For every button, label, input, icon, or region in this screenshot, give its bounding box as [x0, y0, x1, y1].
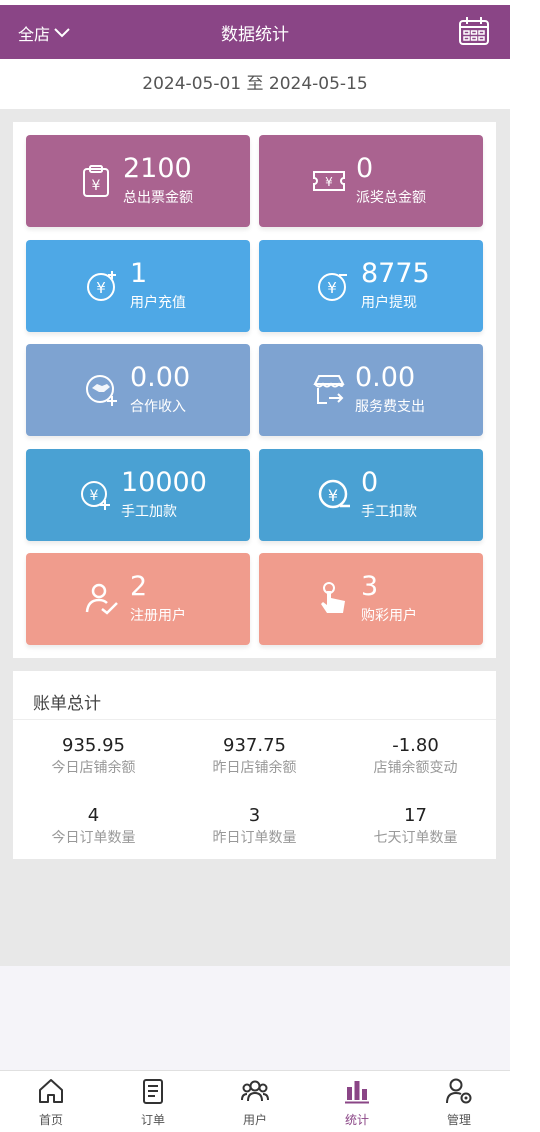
stat-value: 3 — [361, 571, 379, 602]
svg-text:¥: ¥ — [96, 279, 106, 297]
tab-label: 订单 — [140, 1113, 165, 1127]
users-icon — [241, 1080, 269, 1102]
recharge-icon: ¥ — [87, 271, 116, 301]
bill-item-today-balance: 935.95 今日店铺余额 — [13, 735, 174, 777]
stat-card-lottery-buyers[interactable]: 3 购彩用户 — [259, 553, 483, 645]
bill-value: 935.95 — [62, 735, 125, 756]
page-title: 数据统计 — [221, 25, 289, 45]
stat-value: 2 — [130, 571, 148, 602]
prize-ticket-icon: ¥ — [313, 171, 345, 191]
stat-value: 0.00 — [130, 362, 191, 393]
tab-label: 用户 — [242, 1113, 267, 1127]
stat-label: 注册用户 — [130, 608, 186, 624]
app-screen: 全店 数据统计 2024-05-01 至 2024-05-15 ¥ 2100 总… — [0, 0, 510, 1132]
tab-home[interactable]: 首页 — [0, 1071, 102, 1132]
stat-label: 用户提现 — [361, 295, 417, 311]
top-header: 全店 数据统计 — [0, 5, 510, 59]
svg-text:¥: ¥ — [327, 279, 337, 297]
tab-manage[interactable]: 管理 — [408, 1071, 510, 1132]
home-icon — [39, 1079, 63, 1103]
stat-value: 0.00 — [355, 362, 416, 393]
stats-panel: ¥ 2100 总出票金额 ¥ 0 派奖总金额 ¥ 1 用户充值 ¥ 8775 用… — [13, 122, 496, 658]
manual-deduct-icon: ¥ — [318, 479, 350, 509]
bill-value: 17 — [404, 805, 427, 826]
ticket-clipboard-icon: ¥ — [83, 165, 109, 197]
bill-label: 今日订单数量 — [51, 830, 136, 846]
stat-label: 合作收入 — [130, 399, 186, 415]
stat-card-service-fee[interactable]: 0.00 服务费支出 — [259, 344, 483, 436]
bill-summary-title: 账单总计 — [33, 694, 101, 714]
divider — [13, 719, 496, 720]
svg-text:¥: ¥ — [325, 175, 333, 189]
user-check-icon — [85, 583, 118, 615]
bill-value: 937.75 — [223, 735, 286, 756]
bottom-tab-bar: 首页 订单 用户 统计 管理 — [0, 1070, 510, 1132]
tap-hand-icon — [321, 582, 345, 613]
stat-card-coop-income[interactable]: 0.00 合作收入 — [26, 344, 250, 436]
chart-icon — [345, 1081, 369, 1104]
bill-item-today-orders: 4 今日订单数量 — [13, 805, 174, 847]
stat-card-ticket-amount[interactable]: ¥ 2100 总出票金额 — [26, 135, 250, 227]
stat-label: 派奖总金额 — [356, 190, 426, 206]
calendar-icon[interactable] — [458, 15, 490, 47]
stat-label: 购彩用户 — [361, 608, 417, 624]
bill-label: 昨日订单数量 — [212, 830, 297, 846]
bill-item-week-orders: 17 七天订单数量 — [335, 805, 496, 847]
stat-label: 总出票金额 — [123, 190, 193, 206]
stat-value: 10000 — [121, 467, 207, 498]
bill-item-yesterday-orders: 3 昨日订单数量 — [174, 805, 335, 847]
stat-card-manual-deduct[interactable]: ¥ 0 手工扣款 — [259, 449, 483, 541]
tab-statistics[interactable]: 统计 — [306, 1071, 408, 1132]
tab-label: 首页 — [38, 1113, 63, 1127]
stat-value: 8775 — [361, 258, 430, 289]
bill-value: -1.80 — [392, 735, 439, 756]
stat-card-prize-amount[interactable]: ¥ 0 派奖总金额 — [259, 135, 483, 227]
bill-label: 昨日店铺余额 — [212, 760, 297, 776]
stat-value: 0 — [356, 153, 374, 184]
svg-text:¥: ¥ — [92, 178, 101, 194]
bill-label: 七天订单数量 — [373, 830, 458, 846]
handshake-income-icon — [86, 375, 117, 406]
bill-summary: 账单总计 935.95 今日店铺余额 937.75 昨日店铺余额 -1.80 店… — [13, 671, 496, 859]
stat-card-manual-add[interactable]: ¥ 10000 手工加款 — [26, 449, 250, 541]
manage-user-gear-icon — [446, 1078, 472, 1104]
tab-orders[interactable]: 订单 — [102, 1071, 204, 1132]
stat-label: 手工加款 — [121, 504, 177, 520]
tab-label: 统计 — [344, 1113, 369, 1127]
bill-item-yesterday-balance: 937.75 昨日店铺余额 — [174, 735, 335, 777]
stat-label: 手工扣款 — [361, 504, 417, 520]
bill-value: 3 — [248, 805, 261, 826]
stat-label: 用户充值 — [130, 295, 186, 311]
stat-card-user-withdraw[interactable]: ¥ 8775 用户提现 — [259, 240, 483, 332]
stat-card-registered-users[interactable]: 2 注册用户 — [26, 553, 250, 645]
tab-users[interactable]: 用户 — [204, 1071, 306, 1132]
bill-label: 今日店铺余额 — [51, 760, 136, 776]
stat-card-user-recharge[interactable]: ¥ 1 用户充值 — [26, 240, 250, 332]
manual-add-icon: ¥ — [81, 481, 110, 510]
stat-value: 1 — [130, 258, 148, 289]
bill-label: 店铺余额变动 — [373, 760, 458, 776]
svg-text:¥: ¥ — [90, 488, 99, 504]
store-expense-icon — [313, 375, 345, 404]
stat-label: 服务费支出 — [355, 399, 425, 415]
bottom-background — [0, 966, 510, 1070]
stat-value: 0 — [361, 467, 379, 498]
withdraw-icon: ¥ — [318, 273, 347, 301]
date-range-display[interactable]: 2024-05-01 至 2024-05-15 — [0, 59, 510, 109]
stat-value: 2100 — [123, 153, 192, 184]
svg-text:¥: ¥ — [328, 486, 338, 505]
bill-value: 4 — [87, 805, 100, 826]
tab-label: 管理 — [446, 1113, 471, 1127]
bill-item-balance-change: -1.80 店铺余额变动 — [335, 735, 496, 777]
order-icon — [143, 1079, 163, 1104]
